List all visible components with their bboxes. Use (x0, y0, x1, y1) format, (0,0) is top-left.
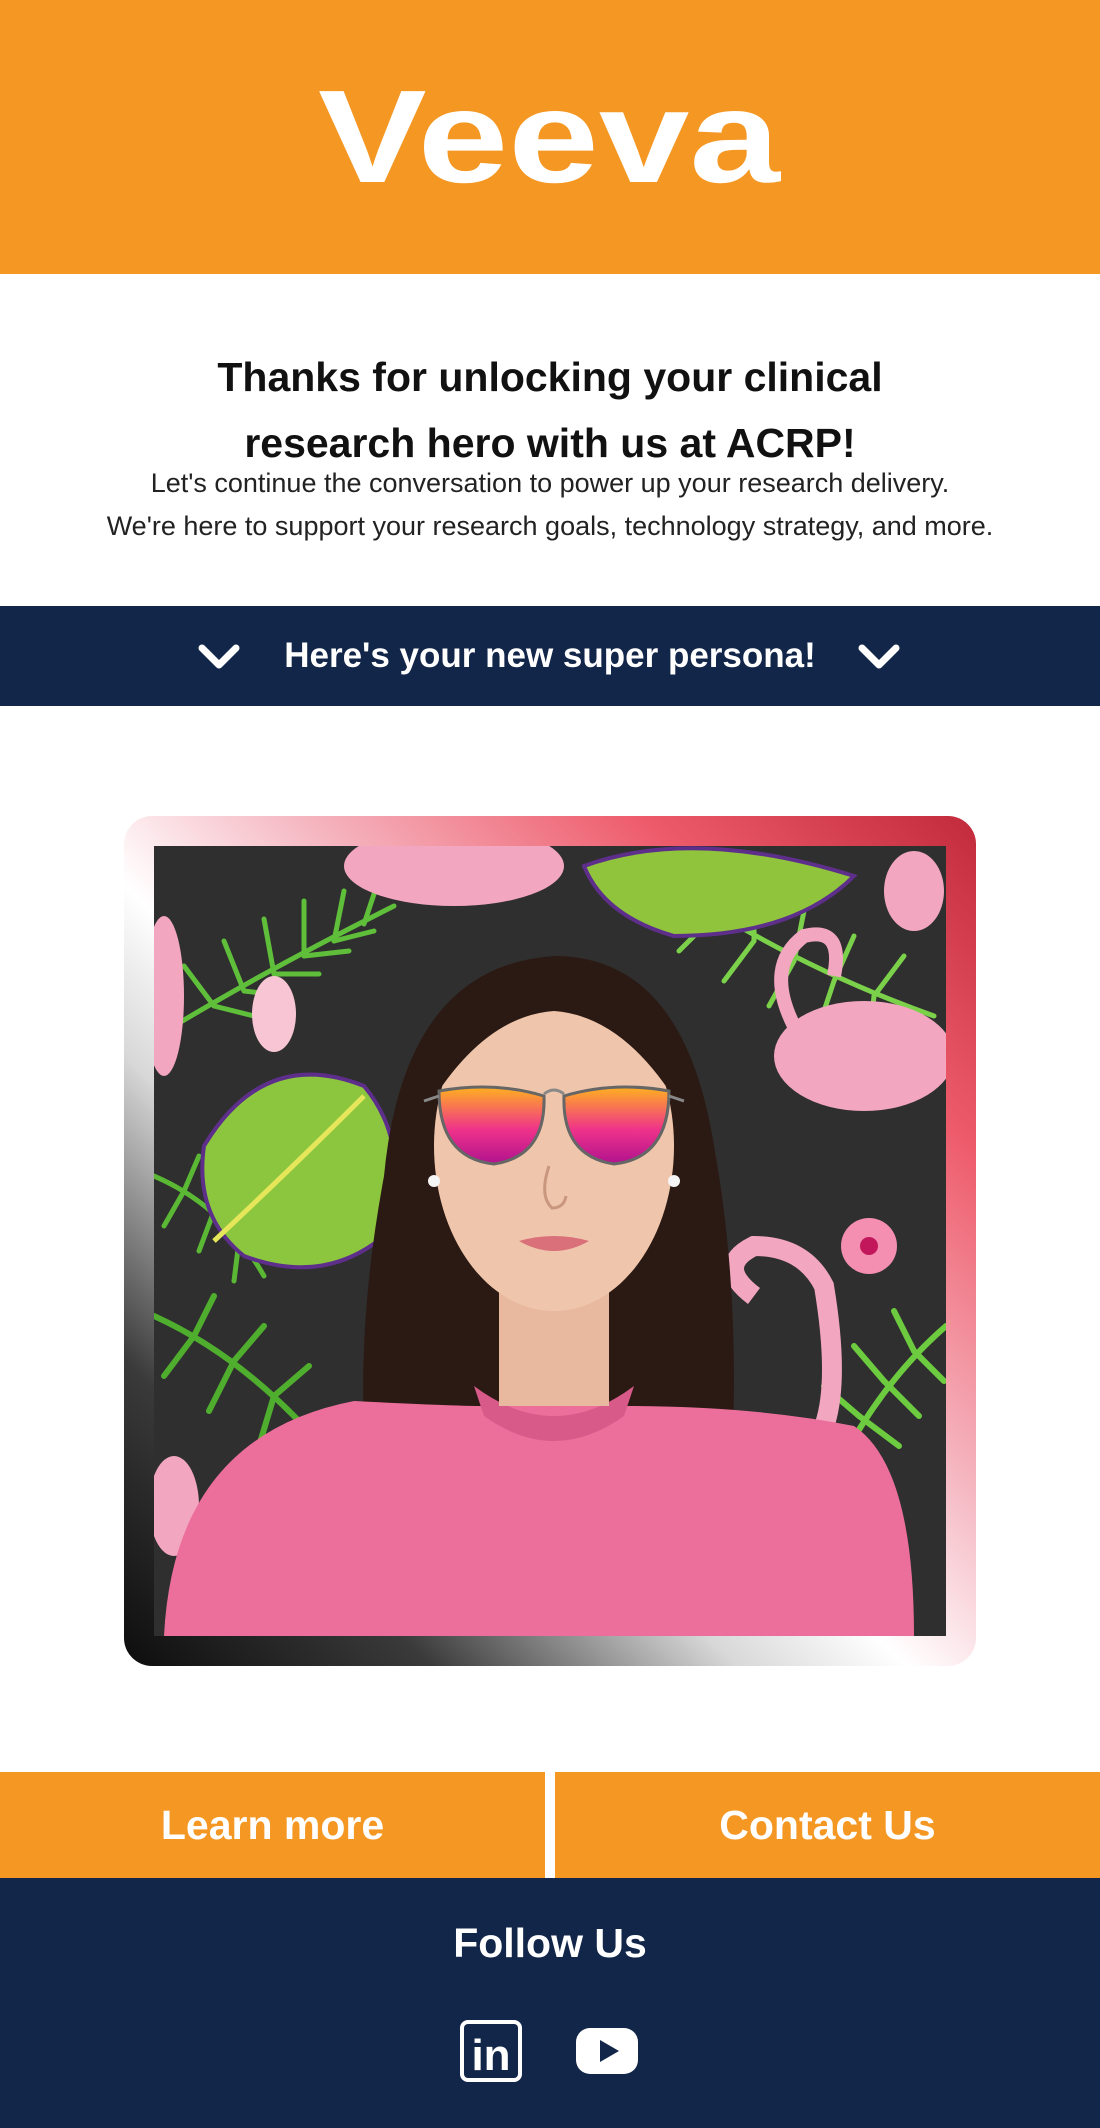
action-buttons: Learn more Contact Us (0, 1772, 1100, 1878)
logo-text: Veeva (318, 78, 782, 194)
persona-illustration (154, 846, 946, 1636)
intro-heading-line2: research hero with us at ACRP! (244, 420, 856, 466)
intro-heading-line1: Thanks for unlocking your clinical (217, 354, 883, 400)
contact-us-button[interactable]: Contact Us (555, 1772, 1100, 1878)
intro-body-line1: Let's continue the conversation to power… (150, 468, 950, 498)
linkedin-icon[interactable]: in (458, 2018, 524, 2084)
follow-us-label: Follow Us (453, 1920, 647, 1966)
linkedin-glyph: in (471, 2031, 510, 2080)
intro-heading: Thanks for unlocking your clinical resea… (0, 344, 1100, 476)
persona-banner-label: Here's your new super persona! (284, 636, 816, 675)
veeva-logo[interactable]: Veeva (318, 78, 782, 194)
chevron-down-icon (858, 644, 900, 669)
header: Veeva (0, 0, 1100, 274)
persona-banner: Here's your new super persona! (0, 606, 1100, 706)
intro-body-line2: We're here to support your research goal… (106, 511, 994, 541)
persona-photo (154, 846, 946, 1636)
intro-section: Thanks for unlocking your clinical resea… (0, 274, 1100, 606)
footer: Follow Us in (0, 1878, 1100, 2128)
learn-more-button[interactable]: Learn more (0, 1772, 545, 1878)
youtube-icon[interactable] (574, 2018, 640, 2084)
intro-body: Let's continue the conversation to power… (0, 462, 1100, 548)
persona-frame (124, 816, 976, 1666)
